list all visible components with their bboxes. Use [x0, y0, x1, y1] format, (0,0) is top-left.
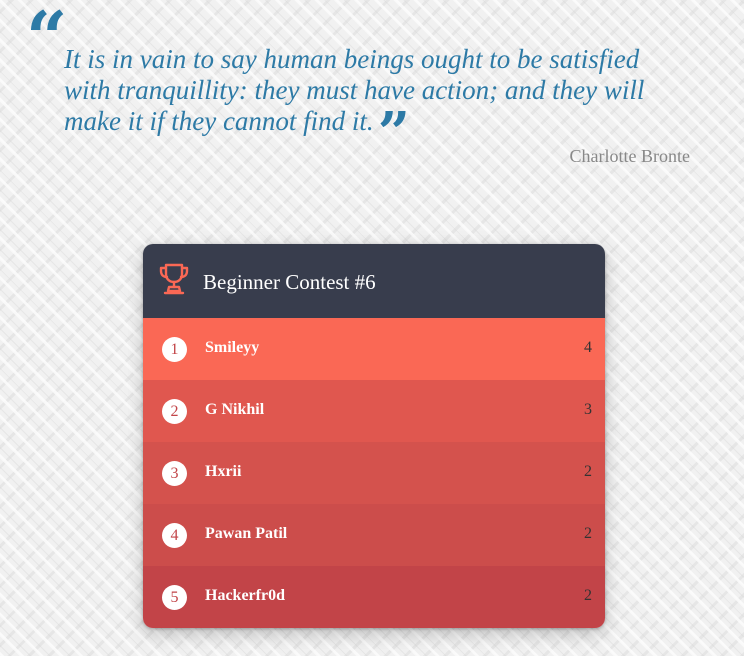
- leaderboard-header: Beginner Contest #6: [143, 244, 605, 318]
- player-score: 3: [584, 401, 592, 418]
- quote-text-block: It is in vain to say human beings ought …: [64, 44, 674, 161]
- contest-title: Beginner Contest #6: [203, 270, 376, 294]
- leaderboard-row[interactable]: 5 Hackerfr0d 2: [143, 566, 605, 628]
- leaderboard-card: Beginner Contest #6 1 Smileyy 4 2 G Nikh…: [143, 244, 605, 628]
- player-score: 4: [584, 339, 592, 356]
- player-name[interactable]: Smileyy: [205, 339, 259, 357]
- trophy-icon: [158, 262, 190, 296]
- rank-badge: 4: [162, 523, 187, 548]
- rank-badge: 5: [162, 585, 187, 610]
- leaderboard-rows: 1 Smileyy 4 2 G Nikhil 3 3 Hxrii 2 4 Paw…: [143, 318, 605, 628]
- rank-badge: 1: [162, 337, 187, 362]
- quote-text: It is in vain to say human beings ought …: [64, 44, 645, 136]
- leaderboard-row[interactable]: 4 Pawan Patil 2: [143, 504, 605, 566]
- leaderboard-row[interactable]: 1 Smileyy 4: [143, 318, 605, 380]
- close-quote-icon: ”: [377, 100, 410, 166]
- quote-block: “ It is in vain to say human beings ough…: [0, 0, 744, 180]
- quote-author: Charlotte Bronte: [569, 146, 690, 166]
- rank-badge: 2: [162, 399, 187, 424]
- player-score: 2: [584, 587, 592, 604]
- rank-badge: 3: [162, 461, 187, 486]
- player-name[interactable]: Hxrii: [205, 463, 241, 481]
- player-name[interactable]: G Nikhil: [205, 401, 264, 419]
- open-quote-icon: “: [26, 0, 68, 80]
- player-score: 2: [584, 463, 592, 480]
- player-name[interactable]: Pawan Patil: [205, 525, 287, 543]
- leaderboard-row[interactable]: 2 G Nikhil 3: [143, 380, 605, 442]
- player-name[interactable]: Hackerfr0d: [205, 587, 285, 605]
- leaderboard-row[interactable]: 3 Hxrii 2: [143, 442, 605, 504]
- player-score: 2: [584, 525, 592, 542]
